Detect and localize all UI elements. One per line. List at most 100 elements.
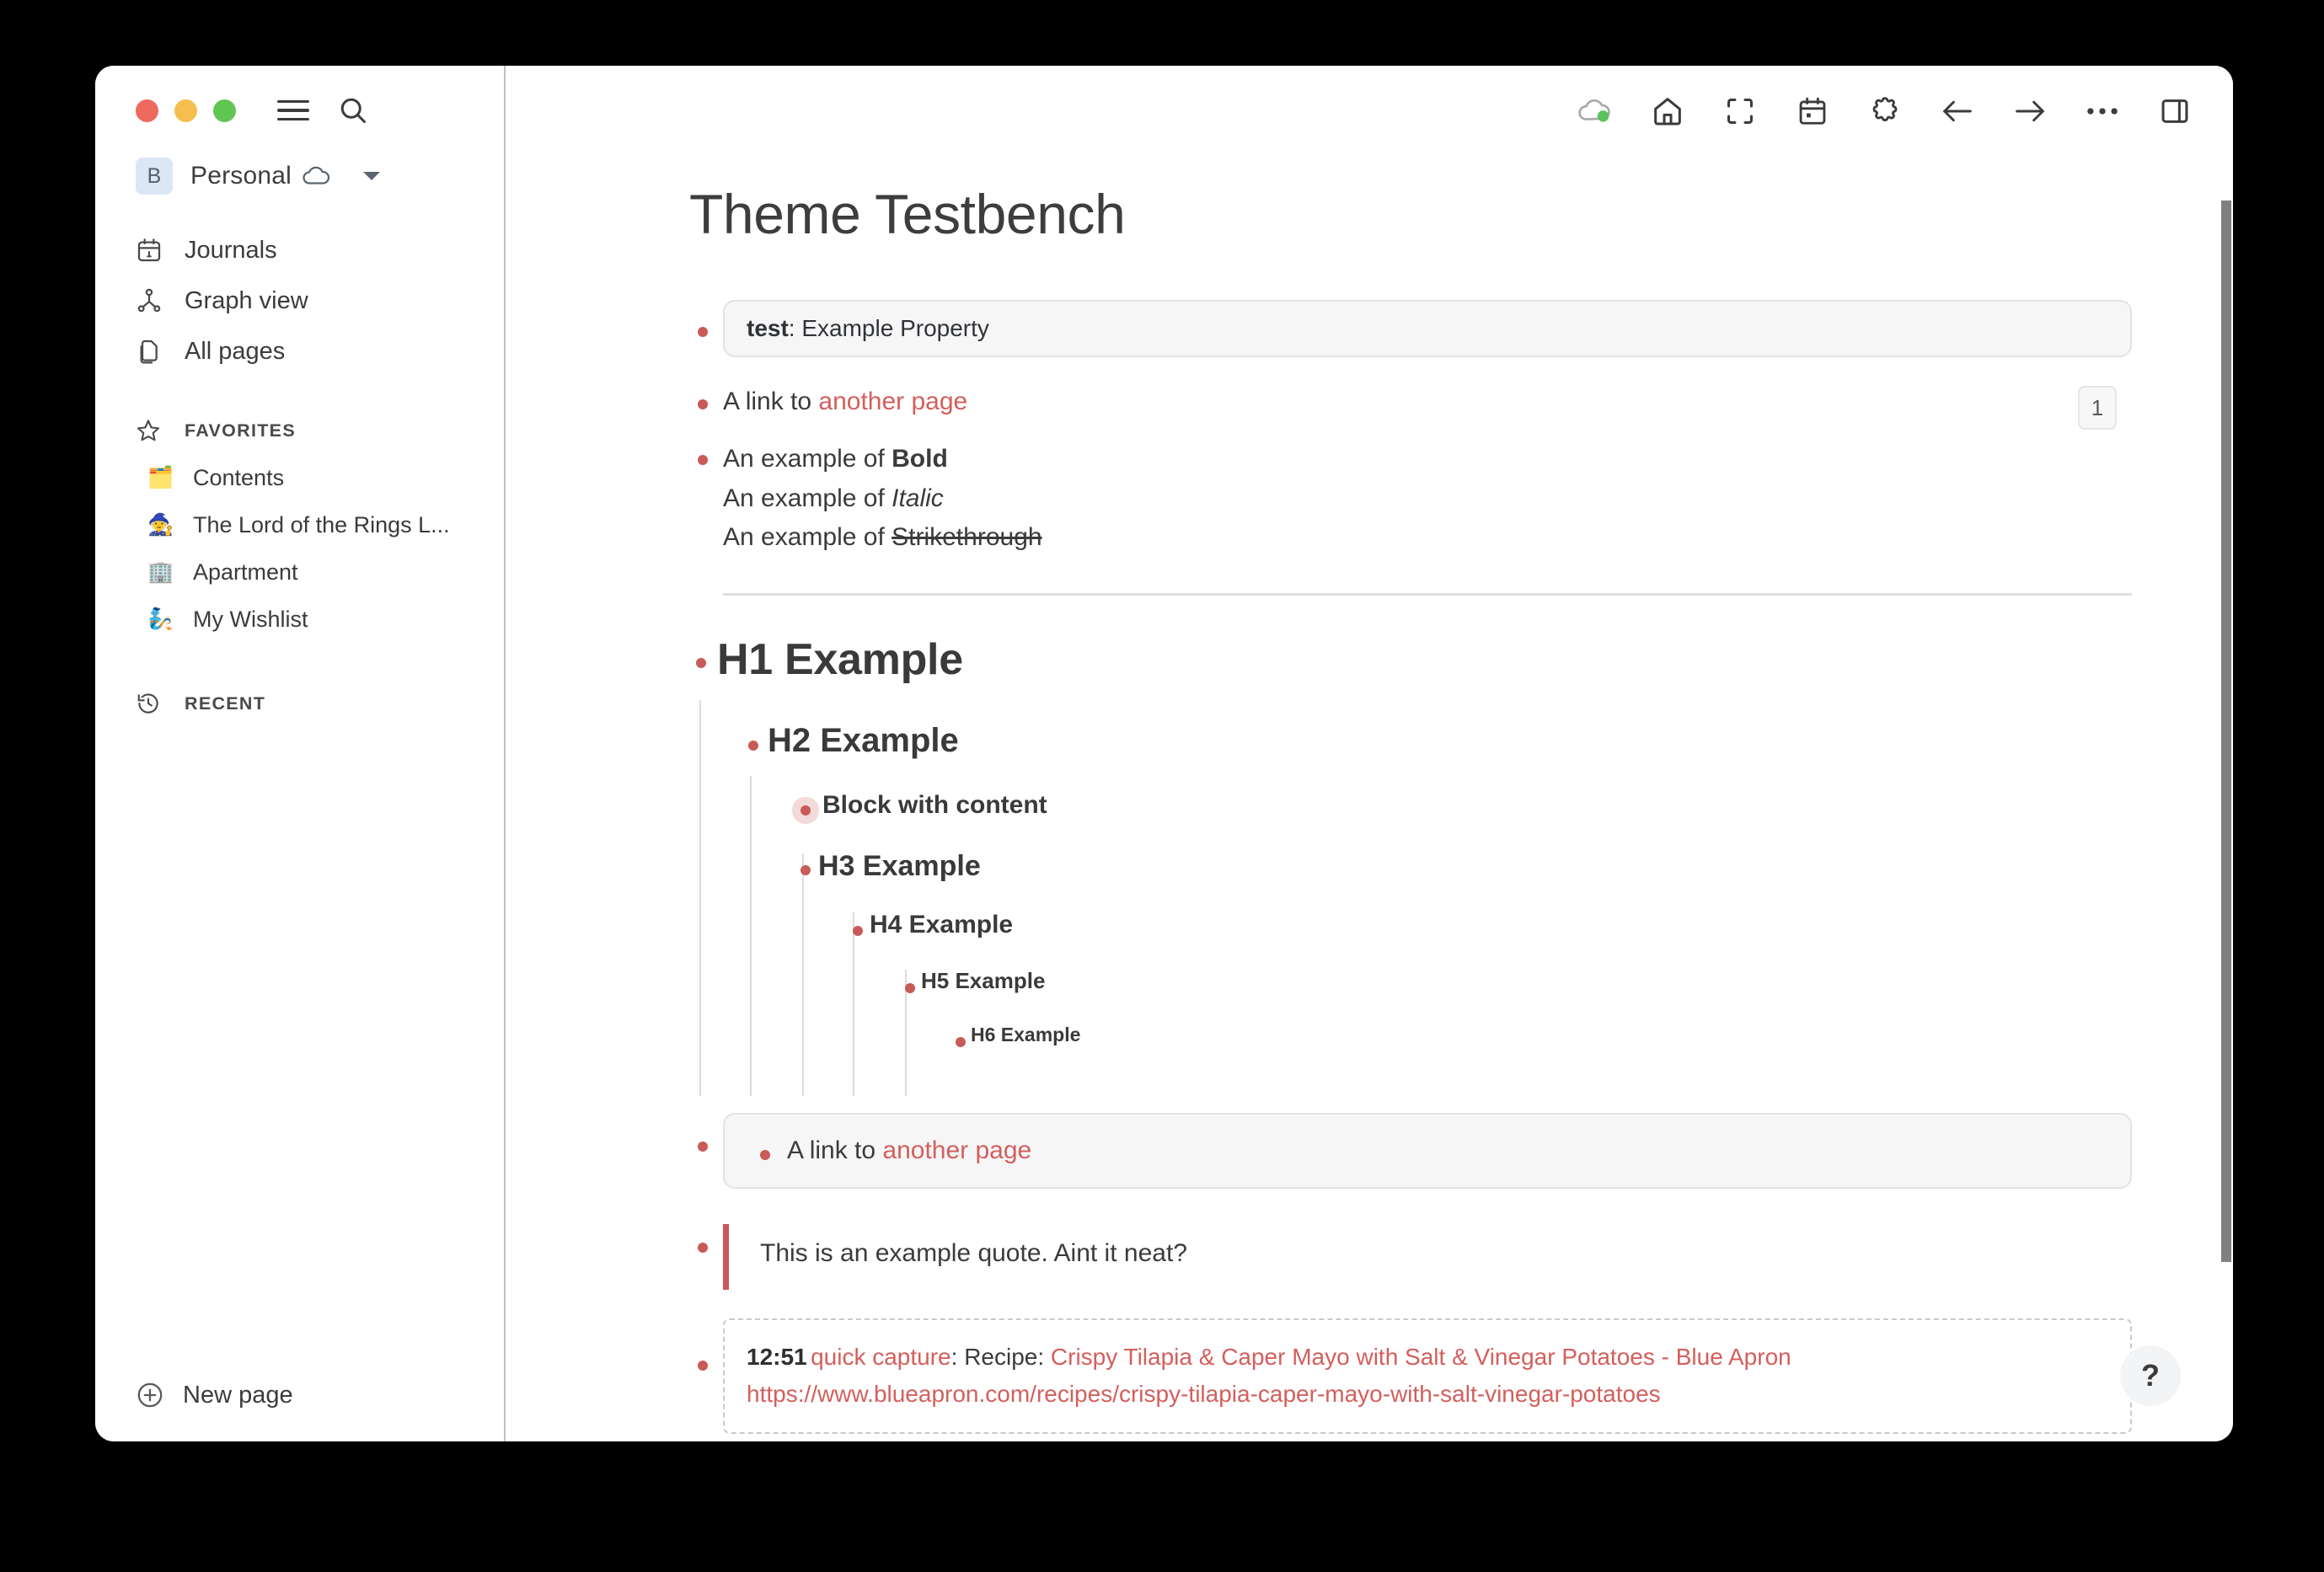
h5-block: H5 Example (897, 968, 2132, 1024)
block-bullet[interactable] (696, 657, 706, 668)
heading-h5: H5 Example (921, 967, 1046, 993)
block-bullet[interactable] (956, 1036, 966, 1047)
block-bullet[interactable] (905, 982, 915, 993)
sidebar-item-all-pages[interactable]: All pages (95, 326, 504, 377)
recent-section-header[interactable]: RECENT (95, 680, 504, 727)
window-controls (95, 66, 504, 126)
reference-count-badge[interactable]: 1 (2078, 386, 2117, 430)
plugins-icon[interactable] (1866, 92, 1904, 131)
sync-status-icon[interactable] (1576, 92, 1614, 131)
block-bullet[interactable] (698, 455, 708, 465)
favorite-item-apartment[interactable]: 🏢 Apartment (95, 548, 504, 596)
sidebar-item-label: Journals (185, 236, 277, 264)
favorite-item-label: Contents (193, 464, 285, 490)
pages-icon (136, 338, 166, 365)
favorites-section-header[interactable]: FAVORITES (95, 407, 504, 454)
calendar-icon[interactable] (1793, 92, 1832, 131)
embed-bullet[interactable] (760, 1149, 770, 1160)
top-toolbar (506, 66, 2233, 157)
sidebar-item-graph-view[interactable]: Graph view (95, 275, 504, 326)
new-page-button[interactable]: New page (136, 1381, 293, 1409)
block-bullet[interactable] (698, 327, 708, 337)
quote-accent-bar (723, 1223, 729, 1290)
workspace-name: Personal (190, 162, 292, 190)
heading-h6: H6 Example (971, 1023, 1081, 1045)
heading-h2: H2 Example (768, 721, 959, 759)
favorite-item-lord-of-the-rings[interactable]: 🧙 The Lord of the Rings L... (95, 501, 504, 548)
property-block: test: Example Property (689, 300, 2132, 357)
bold-example-line: An example of Bold (723, 440, 2132, 479)
h1-block: H1 Example (689, 634, 2132, 722)
block-bullet[interactable] (698, 1360, 708, 1371)
block-bullet[interactable] (853, 925, 863, 936)
block-with-content-label: Block with content (822, 790, 1047, 819)
help-button[interactable]: ? (2120, 1345, 2181, 1406)
main-area: Theme Testbench test: Example Property A… (506, 66, 2233, 1441)
favorite-item-my-wishlist[interactable]: 🧞 My Wishlist (95, 596, 504, 643)
cloud-icon (302, 165, 330, 187)
embed-block: A link to another page (689, 1112, 2132, 1189)
chevron-down-icon[interactable] (362, 170, 381, 182)
collapsed-block-bullet[interactable] (801, 805, 811, 815)
search-icon[interactable] (338, 95, 368, 126)
star-icon (136, 418, 166, 443)
page-property[interactable]: test: Example Property (723, 300, 2132, 357)
embed-link[interactable]: another page (882, 1136, 1031, 1164)
block-bullet[interactable] (698, 1141, 708, 1152)
favorites-list: 🗂️ Contents 🧙 The Lord of the Rings L...… (95, 454, 504, 643)
history-icon (136, 691, 166, 716)
h3-block: H3 Example (792, 850, 2132, 911)
recent-title: RECENT (185, 692, 266, 714)
forward-arrow-icon[interactable] (2011, 92, 2049, 131)
capture-url-link[interactable]: https://www.blueapron.com/recipes/crispy… (747, 1376, 2108, 1414)
more-options-icon[interactable] (2083, 92, 2122, 131)
sidebar-item-journals[interactable]: Journals (95, 225, 504, 275)
office-building-icon: 🏢 (147, 559, 174, 584)
back-arrow-icon[interactable] (1938, 92, 1977, 131)
bold-word: Bold (892, 445, 948, 473)
strikethrough-example-line: An example of Strikethrough (723, 518, 2132, 558)
italic-word: Italic (892, 484, 944, 512)
italic-line-prefix: An example of (723, 484, 892, 512)
italic-example-line: An example of Italic (723, 479, 2132, 519)
focus-mode-icon[interactable] (1721, 92, 1759, 131)
block-bullet[interactable] (748, 740, 758, 751)
maximize-window-button[interactable] (213, 99, 236, 122)
property-separator: : (788, 315, 802, 341)
capture-tag[interactable]: quick capture (811, 1344, 951, 1370)
minimize-window-button[interactable] (174, 99, 197, 122)
link-block: A link to another page 1 (689, 382, 2132, 430)
quick-capture-block: 12:51 quick capture: Recipe: Crispy Tila… (689, 1318, 2162, 1435)
left-sidebar: B Personal Journals Graph view All pages… (95, 66, 506, 1441)
new-page-label: New page (183, 1381, 293, 1409)
favorite-item-contents[interactable]: 🗂️ Contents (95, 454, 504, 501)
hamburger-menu-icon[interactable] (277, 98, 311, 123)
workspace-selector[interactable]: B Personal (136, 158, 504, 195)
bold-line-prefix: An example of (723, 445, 892, 473)
sidebar-nav: Journals Graph view All pages (95, 225, 504, 377)
block-guide-line (699, 699, 701, 1096)
block-embed[interactable]: A link to another page (723, 1112, 2132, 1189)
page-reference-link[interactable]: another page (818, 388, 967, 415)
strike-line-prefix: An example of (723, 523, 892, 551)
close-window-button[interactable] (136, 99, 158, 122)
capture-label: Recipe: (964, 1343, 1051, 1370)
link-line-prefix: A link to (723, 388, 819, 415)
heading-tree: H1 Example H2 Example Block with content… (689, 634, 2132, 1096)
card-index-dividers-icon: 🗂️ (147, 465, 174, 489)
block-with-content: Block with content (792, 791, 2132, 850)
block-bullet[interactable] (698, 399, 708, 409)
home-icon[interactable] (1648, 92, 1687, 131)
link-line: A link to another page (723, 382, 2132, 422)
toggle-right-sidebar-icon[interactable] (2155, 92, 2194, 131)
plus-circle-icon (136, 1381, 164, 1409)
vertical-scrollbar-track[interactable] (2220, 157, 2233, 1441)
sidebar-item-label: All pages (185, 337, 286, 365)
capture-title-link[interactable]: Crispy Tilapia & Caper Mayo with Salt & … (1051, 1344, 1791, 1370)
block-bullet[interactable] (801, 864, 811, 875)
block-bullet[interactable] (698, 1242, 708, 1253)
quote-text: This is an example quote. Aint it neat? (760, 1238, 1187, 1267)
favorite-item-label: Apartment (193, 559, 298, 585)
vertical-scrollbar-thumb[interactable] (2221, 201, 2231, 1262)
quick-capture-card[interactable]: 12:51 quick capture: Recipe: Crispy Tila… (723, 1318, 2162, 1435)
